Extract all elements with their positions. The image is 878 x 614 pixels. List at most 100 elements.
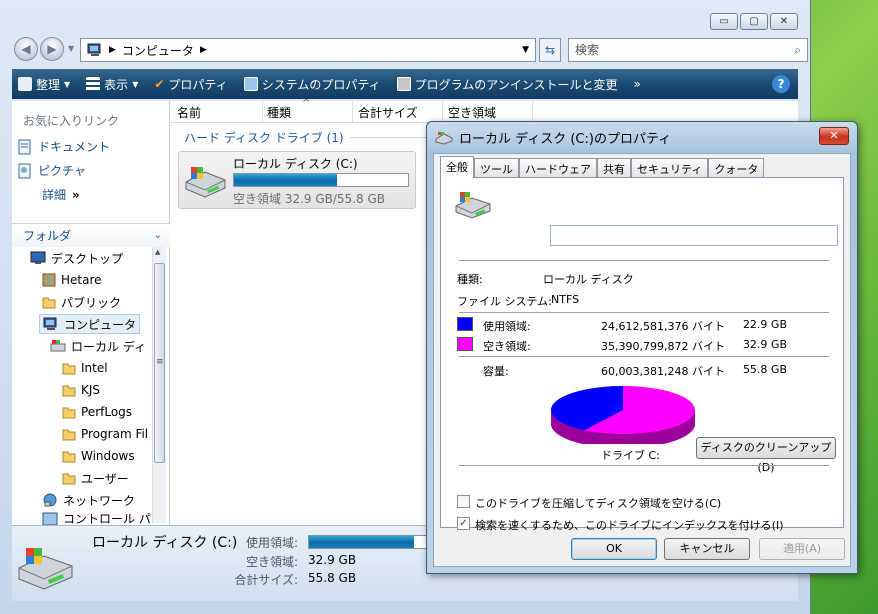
address-path: コンピュータ [121,43,194,58]
tab-general[interactable]: 全般 [440,156,474,178]
tab-hardware[interactable]: ハードウェア [519,158,597,178]
properties-button[interactable]: ✔ プロパティ [154,76,227,93]
divider [459,356,829,357]
tree-item-kjs[interactable]: KJS [62,380,100,400]
column-divider[interactable] [442,101,443,123]
ok-button[interactable]: OK [571,538,657,560]
drive-label-input[interactable] [550,225,838,246]
favorite-pictures[interactable]: ピクチャ [18,162,86,179]
column-total-size[interactable]: 合計サイズ [358,104,418,121]
tree-item-perflogs[interactable]: PerfLogs [62,402,132,422]
search-input[interactable]: 検索 ⌕ [568,38,808,62]
index-drive-checkbox[interactable]: ✓ [457,517,470,530]
tree-label: Program Fil [81,427,149,441]
folders-header[interactable]: フォルダ ⌄ [12,223,170,247]
navigation-pane: お気に入りリンク ドキュメント ピクチャ 詳細 » フォルダ ⌄ デスクトップ [12,101,170,525]
apply-button[interactable]: 適用(A) [759,538,845,560]
tree-item-program-files[interactable]: Program Fil [62,424,148,444]
tree-item-control-panel[interactable]: コントロール パ [42,512,151,525]
help-icon[interactable]: ? [772,75,790,93]
tree-item-user[interactable]: Hetare [42,270,102,290]
tree-label: ローカル ディ [71,339,146,354]
minimize-button[interactable]: ▭ [710,13,738,30]
tree-label: Hetare [61,273,102,287]
tree-label: コントロール パ [63,512,151,525]
details-free-value: 32.9 GB [308,553,357,567]
tab-sharing[interactable]: 共有 [597,158,631,178]
used-space-size: 22.9 GB [742,318,787,331]
recent-pages-dropdown[interactable]: ▼ [68,44,74,53]
system-properties-button[interactable]: システムのプロパティ [243,76,381,93]
folders-label: フォルダ [23,229,72,243]
favorite-documents[interactable]: ドキュメント [18,138,110,155]
tab-tools[interactable]: ツール [474,158,519,178]
caption-buttons: ▭ ▢ ✕ [710,13,798,30]
tree-item-computer[interactable]: コンピュータ [39,314,141,334]
free-space-bytes: 35,390,799,872 バイト [601,340,725,353]
details-total-label: 合計サイズ: [234,573,298,587]
compress-drive-checkbox[interactable] [457,495,470,508]
close-button[interactable]: ✕ [770,13,798,30]
column-free-space[interactable]: 空き領域 [448,104,496,121]
column-divider[interactable] [262,101,263,123]
chevron-down-icon: ⌄ [153,230,162,241]
column-header: 名前 種類 ^ 合計サイズ 空き領域 [170,98,798,123]
free-space-swatch [457,337,473,351]
capacity-bytes: 60,003,381,248 バイト [601,365,725,378]
used-space-label: 使用領域: [483,320,531,333]
view-menu[interactable]: 表示 ▼ [86,76,138,93]
tab-quota[interactable]: クォータ [708,158,765,178]
details-total-value: 55.8 GB [308,571,357,585]
tree-item-desktop[interactable]: デスクトップ [30,248,123,268]
tree-item-public[interactable]: パブリック [42,292,121,312]
column-name[interactable]: 名前 [177,104,201,121]
properties-label: プロパティ [168,77,228,92]
tree-item-intel[interactable]: Intel [62,358,108,378]
column-divider[interactable] [352,101,353,123]
double-chevron-icon: » [72,187,80,202]
back-button[interactable]: ◀ [14,37,38,61]
hard-drive-icon [455,192,491,219]
organize-icon [18,77,32,91]
refresh-button[interactable]: ⇆ [539,38,561,62]
tree-item-network[interactable]: ネットワーク [42,490,135,510]
command-bar: 整理 ▼ 表示 ▼ ✔ プロパティ システムのプロパティ プログラムのアンインス… [12,69,798,99]
tree-item-windows[interactable]: Windows [62,446,135,466]
tab-security[interactable]: セキュリティ [631,158,709,178]
used-space-swatch [457,317,473,331]
search-icon[interactable]: ⌕ [794,39,801,61]
folder-icon [62,363,76,375]
disk-cleanup-button[interactable]: ディスクのクリーンアップ(D) [696,437,836,474]
compress-drive-label[interactable]: このドライブを圧縮してディスク領域を空ける(C) [475,495,721,511]
organize-menu[interactable]: 整理 ▼ [18,76,70,93]
index-drive-label[interactable]: 検索を速くするため、このドライブにインデックスを付ける(I) [475,517,784,533]
desktop-icon [30,251,46,264]
scroll-up-icon[interactable]: ▲ [155,248,160,256]
drive-free-text: 空き領域 32.9 GB/55.8 GB [233,192,385,206]
tree-item-users[interactable]: ユーザー [62,468,129,488]
more-commands-button[interactable]: » [634,77,641,91]
tree-label: コンピュータ [64,317,137,332]
group-title[interactable]: ハード ディスク ドライブ (1) [184,129,344,146]
forward-button[interactable]: ▶ [40,37,64,61]
dialog-body: 全般 ツール ハードウェア 共有 セキュリティ クォータ 種類: ローカル ディ… [433,153,851,567]
favorite-label: ドキュメント [38,140,111,154]
drive-tile-c[interactable]: ローカル ディスク (C:) 空き領域 32.9 GB/55.8 GB [178,151,416,209]
tree-item-local-disk[interactable]: ローカル ディ [50,336,146,356]
address-dropdown-icon[interactable]: ▼ [522,45,529,55]
maximize-button[interactable]: ▢ [740,13,768,30]
uninstall-button[interactable]: プログラムのアンインストールと変更 [396,76,618,93]
column-divider[interactable] [532,101,533,123]
cancel-button[interactable]: キャンセル [664,538,750,560]
column-type[interactable]: 種類 [267,104,291,121]
network-icon [43,493,57,507]
organize-label: 整理 [36,77,61,92]
drive-usage-bar [233,173,409,187]
details-used-label: 使用領域: [245,536,298,550]
address-bar[interactable]: ▶ コンピュータ ▶ ▼ [80,38,536,62]
tree-label: PerfLogs [81,405,133,419]
dialog-close-button[interactable]: ✕ [819,127,849,145]
dialog-title-bar[interactable]: ローカル ディスク (C:)のプロパティ [435,128,671,147]
folders-scrollbar[interactable]: ▲ ≡ [152,247,166,523]
favorites-more-link[interactable]: 詳細 » [42,186,80,203]
